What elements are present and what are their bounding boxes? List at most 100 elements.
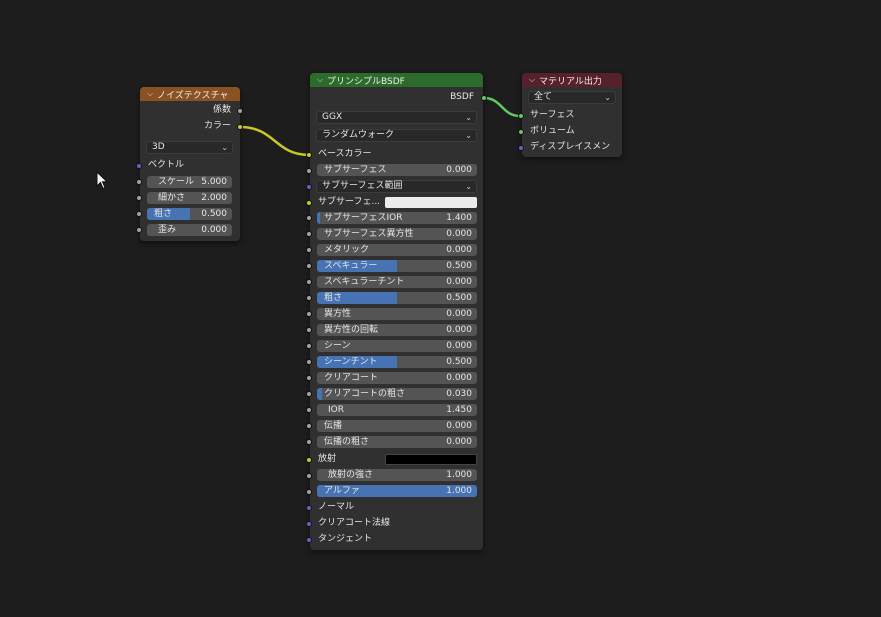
field-value: 1.450 — [446, 405, 472, 415]
bsdf-value-field[interactable]: IOR 1.450 — [317, 404, 477, 416]
alpha-field[interactable]: アルファ 1.000 — [317, 485, 477, 497]
bsdf-value-input-socket[interactable] — [306, 359, 312, 365]
noise-node-header[interactable]: ⌵ ノイズテクスチャ — [140, 87, 240, 101]
principled-bsdf-node[interactable]: ⌵ プリンシプルBSDF BSDF GGX ⌄ ランダムウォーク ⌄ ベースカラ… — [310, 73, 483, 550]
emission-strength-input-socket[interactable] — [306, 473, 312, 479]
bsdf-value-field[interactable]: 異方性の回転 0.000 — [317, 324, 477, 336]
emission-label: 放射 — [318, 454, 337, 464]
field-value: 1.000 — [446, 486, 472, 496]
bsdf-value-input-socket[interactable] — [306, 295, 312, 301]
bsdf-value-field[interactable]: クリアコート 0.000 — [317, 372, 477, 384]
bsdf-value-input-socket[interactable] — [306, 215, 312, 221]
material-output-node[interactable]: ⌵ マテリアル出力 全て ⌄ サーフェス ボリューム ディスプレイスメン — [522, 73, 622, 157]
roughness-input-socket[interactable] — [136, 211, 142, 217]
normal-input-socket[interactable] — [306, 505, 312, 511]
bsdf-value-input-socket[interactable] — [306, 343, 312, 349]
field-label: スケール — [158, 177, 195, 187]
bsdf-value-field[interactable]: スペキュラー 0.500 — [317, 260, 477, 272]
displacement-input-label: ディスプレイスメン — [530, 142, 611, 152]
bsdf-value-field[interactable]: スペキュラーチント 0.000 — [317, 276, 477, 288]
field-label: サブサーフェス — [324, 165, 387, 175]
bsdf-value-field[interactable]: シーンチント 0.500 — [317, 356, 477, 368]
collapse-chevron-icon[interactable]: ⌵ — [317, 75, 327, 85]
bsdf-value-field[interactable]: 伝播 0.000 — [317, 420, 477, 432]
displacement-input-socket[interactable] — [518, 145, 524, 151]
field-label: IOR — [328, 405, 344, 415]
volume-input-label: ボリューム — [530, 126, 575, 136]
emission-color-swatch[interactable] — [385, 454, 477, 465]
color-link-wire[interactable] — [239, 125, 310, 157]
collapse-chevron-icon[interactable]: ⌵ — [529, 75, 539, 85]
distribution-dropdown[interactable]: GGX ⌄ — [316, 111, 477, 124]
field-value: 0.000 — [446, 325, 472, 335]
distribution-value: GGX — [322, 112, 343, 122]
bsdf-value-field[interactable]: メタリック 0.000 — [317, 244, 477, 256]
output-node-header[interactable]: ⌵ マテリアル出力 — [522, 73, 622, 87]
output-target-dropdown[interactable]: 全て ⌄ — [528, 91, 616, 104]
bsdf-node-header[interactable]: ⌵ プリンシプルBSDF — [310, 73, 483, 87]
field-value: 0.500 — [446, 293, 472, 303]
field-label: 異方性の回転 — [324, 325, 379, 335]
noise-dimension-dropdown[interactable]: 3D ⌄ — [146, 141, 233, 154]
subsurface-color-swatch[interactable] — [385, 197, 477, 208]
clearcoat-normal-input-socket[interactable] — [306, 521, 312, 527]
field-value: 2.000 — [201, 193, 227, 203]
bsdf-value-input-socket[interactable] — [306, 327, 312, 333]
bsdf-value-field[interactable]: 粗さ 0.500 — [317, 292, 477, 304]
field-value: 0.500 — [201, 209, 227, 219]
detail-input-socket[interactable] — [136, 195, 142, 201]
normal-label: ノーマル — [318, 502, 355, 512]
subsurface-radius-dropdown[interactable]: サブサーフェス範囲 ⌄ — [316, 180, 477, 193]
subsurface-color-input-socket[interactable] — [306, 200, 312, 206]
field-fill-bar — [317, 212, 321, 224]
subsurface-field[interactable]: サブサーフェス 0.000 — [317, 164, 477, 176]
bsdf-value-input-socket[interactable] — [306, 279, 312, 285]
bsdf-value-input-socket[interactable] — [306, 423, 312, 429]
emission-strength-field[interactable]: 放射の強さ 1.000 — [317, 469, 477, 481]
fac-output-socket[interactable] — [237, 108, 243, 114]
noise-roughness-field[interactable]: 粗さ 0.500 — [147, 208, 232, 220]
bsdf-value-field[interactable]: シーン 0.000 — [317, 340, 477, 352]
bsdf-value-input-socket[interactable] — [306, 375, 312, 381]
volume-input-socket[interactable] — [518, 129, 524, 135]
bsdf-value-field[interactable]: サブサーフェスIOR 1.400 — [317, 212, 477, 224]
noise-scale-field[interactable]: スケール 5.000 — [147, 176, 232, 188]
bsdf-value-field[interactable]: 伝播の粗さ 0.000 — [317, 436, 477, 448]
subsurface-method-dropdown[interactable]: ランダムウォーク ⌄ — [316, 129, 477, 142]
color-output-socket[interactable] — [237, 124, 243, 130]
field-label: 細かさ — [158, 193, 186, 203]
noise-distortion-field[interactable]: 歪み 0.000 — [147, 224, 232, 236]
field-label: 伝播の粗さ — [324, 437, 370, 447]
bsdf-value-input-socket[interactable] — [306, 263, 312, 269]
subsurface-input-socket[interactable] — [306, 168, 312, 174]
subsurface-radius-label: サブサーフェス範囲 — [322, 181, 403, 191]
bsdf-node-title: プリンシプルBSDF — [327, 76, 405, 87]
emission-input-socket[interactable] — [306, 457, 312, 463]
noise-texture-node[interactable]: ⌵ ノイズテクスチャ 係数 カラー 3D ⌄ ベクトル スケール 5.000 細… — [140, 87, 240, 241]
collapse-chevron-icon[interactable]: ⌵ — [147, 89, 157, 99]
bsdf-value-input-socket[interactable] — [306, 247, 312, 253]
chevron-down-icon: ⌄ — [465, 182, 472, 191]
noise-detail-field[interactable]: 細かさ 2.000 — [147, 192, 232, 204]
scale-input-socket[interactable] — [136, 179, 142, 185]
bsdf-value-input-socket[interactable] — [306, 391, 312, 397]
surface-input-socket[interactable] — [518, 113, 524, 119]
alpha-input-socket[interactable] — [306, 489, 312, 495]
shader-link-wire[interactable] — [483, 96, 521, 118]
distortion-input-socket[interactable] — [136, 227, 142, 233]
field-label: スペキュラー — [324, 261, 378, 271]
vector-input-socket[interactable] — [136, 163, 142, 169]
chevron-down-icon: ⌄ — [465, 113, 472, 122]
surface-input-label: サーフェス — [530, 110, 575, 120]
subsurface-radius-input-socket[interactable] — [306, 184, 312, 190]
base-color-input-socket[interactable] — [306, 152, 312, 158]
bsdf-value-field[interactable]: クリアコートの粗さ 0.030 — [317, 388, 477, 400]
bsdf-value-input-socket[interactable] — [306, 231, 312, 237]
tangent-input-socket[interactable] — [306, 537, 312, 543]
bsdf-output-socket[interactable] — [481, 95, 487, 101]
bsdf-value-field[interactable]: 異方性 0.000 — [317, 308, 477, 320]
bsdf-value-field[interactable]: サブサーフェス異方性 0.000 — [317, 228, 477, 240]
bsdf-value-input-socket[interactable] — [306, 407, 312, 413]
bsdf-value-input-socket[interactable] — [306, 439, 312, 445]
bsdf-value-input-socket[interactable] — [306, 311, 312, 317]
